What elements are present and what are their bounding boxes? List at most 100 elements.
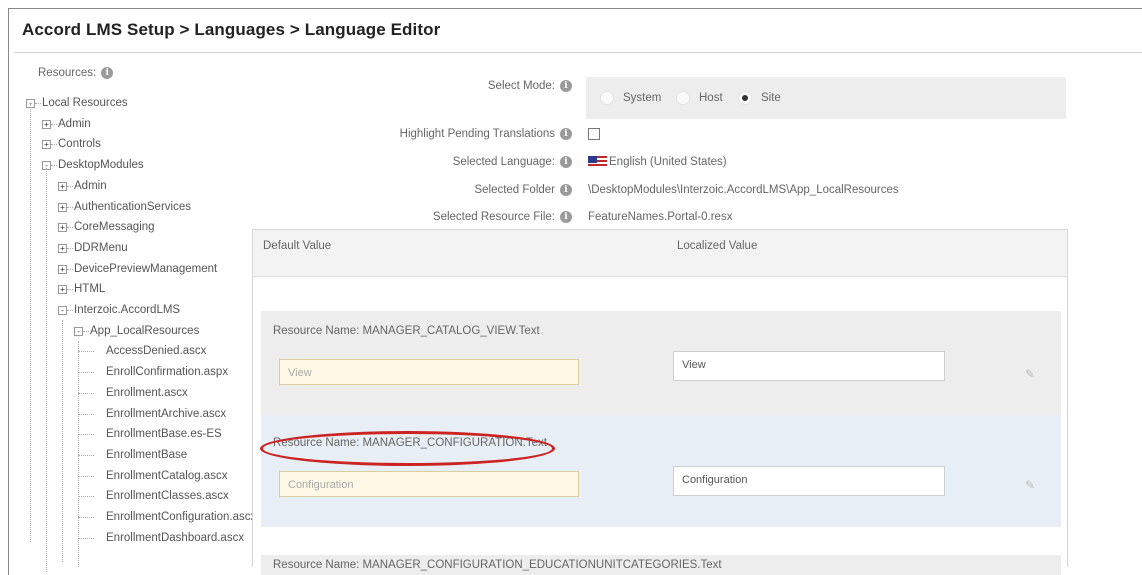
resource-name: Resource Name: MANAGER_CONFIGURATION_EDU… [273,559,722,571]
tree-connector [78,454,94,456]
tree-node[interactable]: EnrollmentArchive.ascx [106,407,226,421]
tree-connector [78,496,94,498]
tree-connector [78,413,94,415]
tree-node[interactable]: DevicePreviewManagement [74,262,217,276]
title-divider [14,52,1142,53]
info-icon[interactable]: i [560,184,572,196]
collapse-toggle-icon[interactable]: - [58,306,67,315]
expand-toggle-icon[interactable]: + [58,202,67,212]
expand-toggle-icon[interactable]: + [42,140,51,150]
select-mode-group: System Host Site [586,77,1066,119]
tree-node[interactable]: Controls [58,137,101,151]
collapse-toggle-icon[interactable]: - [74,326,83,336]
tree-guide-line [46,168,47,572]
tree-connector [51,123,57,125]
mode-option-host[interactable]: Host [676,91,723,105]
selected-language-value[interactable]: English (United States) [588,156,727,168]
tree-connector [78,392,94,394]
expand-toggle-icon[interactable]: + [58,264,67,274]
selected-folder-label: Selected Folder i [474,184,572,196]
tree-node[interactable]: Enrollment.ascx [106,386,188,400]
tree-connector [67,289,73,291]
select-mode-label: Select Mode: i [488,80,572,92]
resource-row: Resource Name: MANAGER_CATALOG_VIEW.Text… [261,311,1061,415]
mode-host-label: Host [699,92,723,105]
info-icon[interactable]: i [560,128,572,140]
tree-connector [67,206,73,208]
edit-pencil-icon[interactable]: ✎ [1025,478,1035,492]
tree-connector [78,351,94,353]
default-value-field: Configuration [279,471,579,497]
tree-guide-line [30,104,31,542]
tree-connector [67,227,73,229]
default-value-field: View [279,359,579,385]
localized-value-input[interactable]: View [673,351,945,381]
tree-connector [67,268,73,270]
resource-name: Resource Name: MANAGER_CATALOG_VIEW.Text [273,325,540,337]
tree-connector [78,372,94,374]
tree-node[interactable]: Interzoic.AccordLMS [74,303,180,317]
tree-node[interactable]: EnrollmentBase [106,448,187,462]
tree-connector [67,185,73,187]
radio-host[interactable] [676,91,690,105]
tree-connector [78,434,94,436]
tree-node[interactable]: CoreMessaging [74,220,155,234]
info-icon[interactable]: i [560,80,572,92]
tree-node[interactable]: DDRMenu [74,241,128,255]
mode-option-system[interactable]: System [600,91,661,105]
selected-file-label: Selected Resource File: i [433,211,572,223]
expand-toggle-icon[interactable]: + [58,223,67,233]
resource-row: Resource Name: MANAGER_CONFIGURATION_EDU… [261,555,1061,575]
info-icon[interactable]: i [560,211,572,223]
selected-file-value: FeatureNames.Portal-0.resx [588,211,733,223]
tree-node[interactable]: EnrollmentConfiguration.ascx [106,510,256,524]
tree-node[interactable]: Admin [74,179,107,193]
info-icon[interactable]: i [560,156,572,168]
highlight-pending-text: Highlight Pending Translations [399,128,555,141]
selected-folder-text: Selected Folder [474,184,555,197]
radio-system[interactable] [600,91,614,105]
col-localized-value: Localized Value [677,240,758,252]
annotation-highlight-ellipse [260,431,555,466]
tree-node[interactable]: EnrollmentBase.es-ES [106,427,222,441]
edit-pencil-icon[interactable]: ✎ [1025,367,1035,381]
tree-node[interactable]: HTML [74,282,105,296]
selected-language-text-value: English (United States) [609,156,727,169]
expand-toggle-icon[interactable]: + [58,181,67,191]
tree-connector [78,517,94,518]
resource-grid: Default Value Localized Value Resource N… [252,229,1068,575]
tree-node[interactable]: EnrollmentDashboard.ascx [106,531,244,545]
expand-toggle-icon[interactable]: + [42,119,51,129]
resources-label: Resources: i [38,67,114,80]
selected-language-text: Selected Language: [452,156,555,169]
tree-node[interactable]: EnrollConfirmation.aspx [106,365,228,379]
tree-guide-line [62,320,63,562]
highlight-pending-checkbox[interactable] [588,128,600,140]
mode-site-label: Site [761,92,781,105]
tree-connector [78,537,94,539]
tree-node[interactable]: AuthenticationServices [74,200,191,214]
tree-connector [67,310,73,311]
page-title: Accord LMS Setup > Languages > Language … [22,20,441,39]
tree-guide-line [78,341,79,567]
tree-node[interactable]: DesktopModules [58,158,144,172]
expand-toggle-icon[interactable]: + [58,285,67,295]
expand-toggle-icon[interactable]: + [58,243,67,253]
radio-site[interactable] [738,91,752,105]
resources-label-text: Resources: [38,67,97,80]
tree-node[interactable]: EnrollmentCatalog.ascx [106,469,227,483]
info-icon[interactable]: i [101,67,114,79]
tree-node[interactable]: EnrollmentClasses.ascx [106,489,229,503]
localized-value-input[interactable]: Configuration [673,466,945,496]
tree-node[interactable]: App_LocalResources [90,324,199,338]
mode-system-label: System [623,92,662,105]
tree-node[interactable]: Admin [58,117,91,131]
tree-connector [78,475,94,477]
tree-connector [35,103,41,104]
us-flag-icon [588,156,607,168]
tree-connector [51,165,57,167]
tree-node[interactable]: Local Resources [42,96,128,110]
tree-node[interactable]: AccessDenied.ascx [106,344,206,358]
selected-language-label: Selected Language: i [453,156,572,168]
mode-option-site[interactable]: Site [738,91,781,105]
